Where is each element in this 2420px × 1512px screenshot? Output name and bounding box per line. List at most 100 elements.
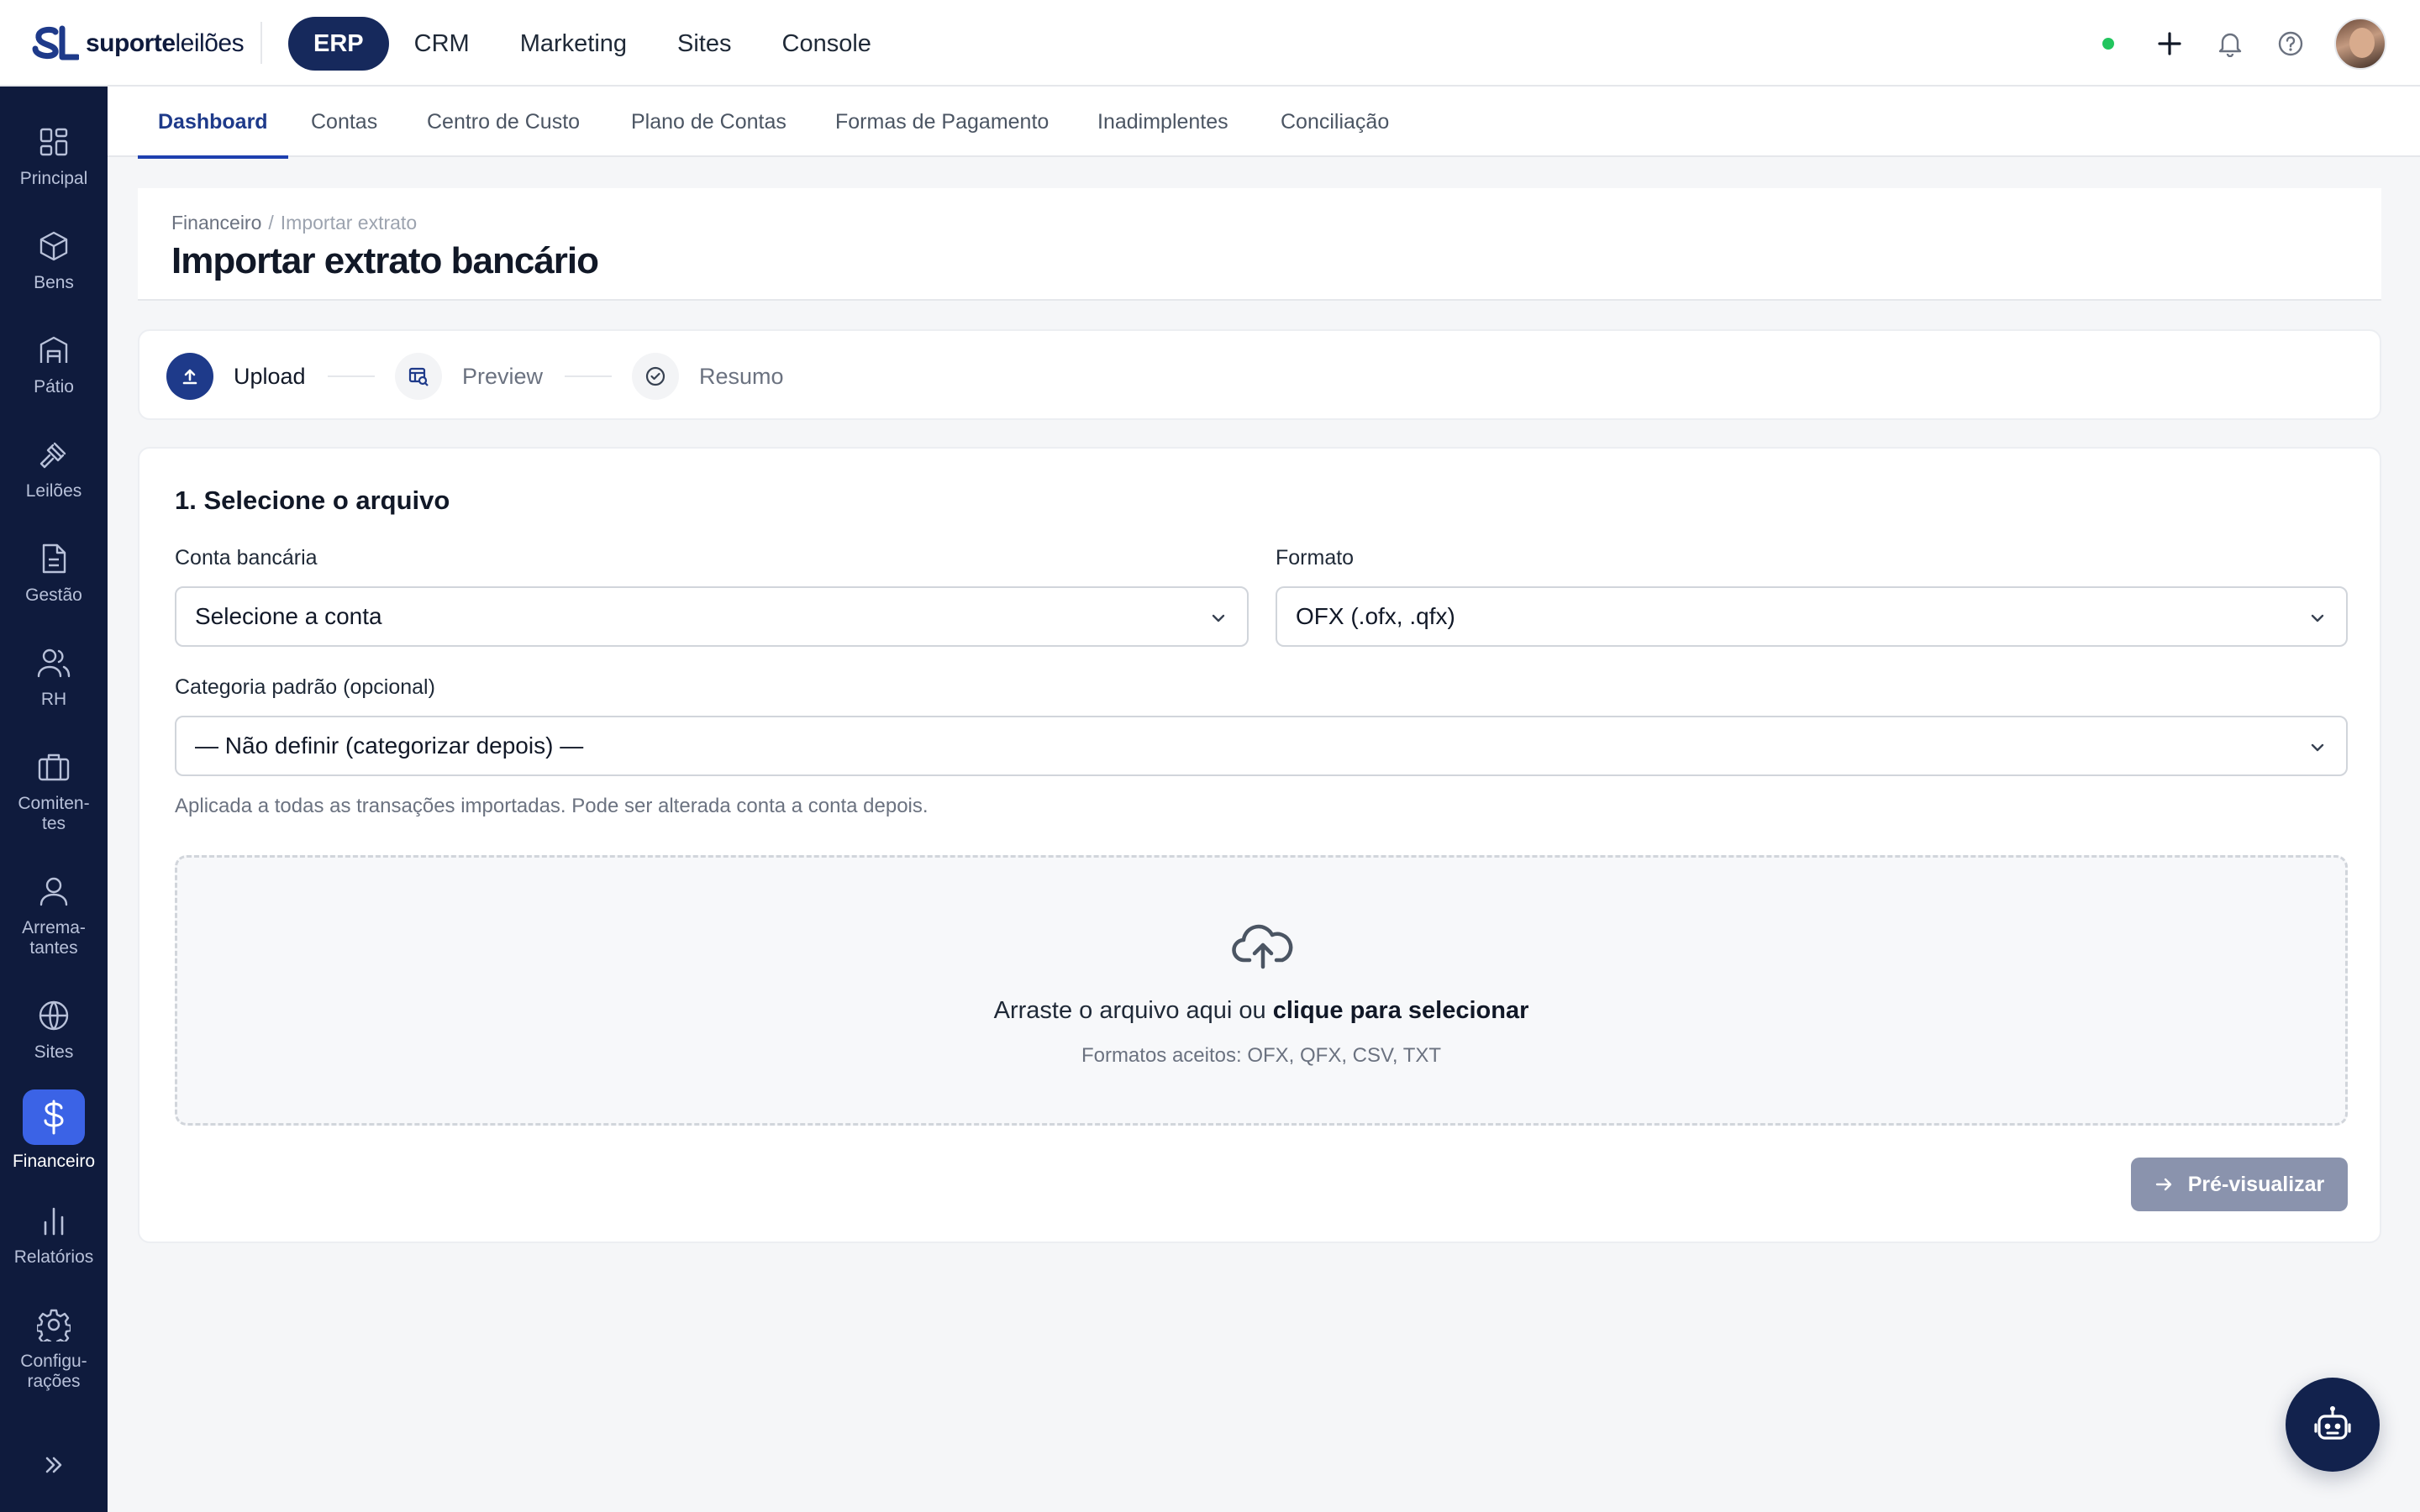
- dropzone-select-link[interactable]: clique para selecionar: [1273, 997, 1529, 1024]
- top-actions: [2102, 18, 2386, 70]
- step-upload[interactable]: Upload: [166, 353, 306, 400]
- module-crm[interactable]: CRM: [389, 17, 495, 71]
- tab-plano-de-contas[interactable]: Plano de Contas: [631, 87, 786, 157]
- table-preview-icon: [395, 353, 442, 400]
- preview-button-label: Pré-visualizar: [2187, 1172, 2325, 1196]
- plus-icon[interactable]: [2153, 27, 2186, 60]
- upload-icon: [166, 353, 213, 400]
- module-console[interactable]: Console: [757, 17, 897, 71]
- gavel-icon: [34, 434, 74, 475]
- step-label: Upload: [234, 363, 306, 389]
- tab-dashboard[interactable]: Dashboard: [138, 87, 288, 159]
- sidebar-item-gestao[interactable]: Gestão: [0, 538, 108, 606]
- format-select-value: OFX (.ofx, .qfx): [1296, 603, 1455, 629]
- sub-nav: Dashboard Contas Centro de Custo Plano d…: [108, 87, 2420, 159]
- sidebar-item-label: Gestão: [25, 585, 82, 605]
- sidebar-item-comitentes[interactable]: Comiten- tes: [0, 747, 108, 834]
- sidebar-item-label: Leilões: [25, 481, 82, 501]
- breadcrumb-parent[interactable]: Financeiro: [171, 212, 261, 234]
- warehouse-icon: [34, 330, 74, 370]
- category-hint: Aplicada a todas as transações importada…: [175, 795, 929, 817]
- tab-formas-de-pagamento[interactable]: Formas de Pagamento: [835, 87, 1049, 157]
- bell-icon[interactable]: [2213, 27, 2247, 60]
- sidebar-item-label: Configu-: [20, 1352, 87, 1371]
- cloud-upload-icon: [1232, 924, 1293, 969]
- import-stepper: Upload Preview Resumo: [138, 329, 2381, 420]
- file-dropzone[interactable]: Arraste o arquivo aqui ou clique para se…: [175, 855, 2348, 1126]
- sidebar: Principal Bens Pátio Leilões Gestão RH C…: [0, 87, 108, 1512]
- dropzone-text: Arraste o arquivo aqui ou clique para se…: [993, 997, 1529, 1024]
- module-marketing[interactable]: Marketing: [495, 17, 652, 71]
- sidebar-item-configuracoes[interactable]: Configu- rações: [0, 1305, 108, 1392]
- tab-contas[interactable]: Contas: [311, 87, 377, 157]
- breadcrumb-current: Importar extrato: [280, 212, 418, 234]
- page-title: Importar extrato bancário: [171, 240, 599, 281]
- step-connector: [565, 375, 612, 377]
- step-connector: [328, 375, 375, 377]
- gear-icon: [34, 1305, 74, 1345]
- sidebar-item-label: Principal: [19, 169, 88, 188]
- brand-logo[interactable]: suporteleilões: [32, 24, 245, 64]
- breadcrumb-separator: /: [268, 212, 274, 234]
- format-select[interactable]: OFX (.ofx, .qfx): [1276, 586, 2348, 647]
- robot-icon: [2314, 1406, 2351, 1440]
- document-icon: [34, 538, 74, 579]
- step-preview[interactable]: Preview: [395, 353, 543, 400]
- sidebar-item-label: RH: [40, 690, 67, 709]
- check-circle-icon: [632, 353, 679, 400]
- account-label: Conta bancária: [175, 546, 318, 570]
- sidebar-item-sites[interactable]: Sites: [0, 995, 108, 1063]
- sidebar-item-label: tes: [41, 814, 66, 833]
- tab-centro-de-custo[interactable]: Centro de Custo: [427, 87, 580, 157]
- tab-conciliacao[interactable]: Conciliação: [1281, 87, 1389, 157]
- step-label: Preview: [462, 363, 544, 389]
- user-icon: [34, 871, 74, 911]
- bar-chart-icon: [34, 1200, 74, 1241]
- section-title: 1. Selecione o arquivo: [175, 486, 450, 515]
- upload-card: 1. Selecione o arquivo Conta bancária Se…: [138, 447, 2381, 1243]
- format-label: Formato: [1276, 546, 1355, 570]
- sidebar-item-label: Relatórios: [13, 1247, 94, 1267]
- sidebar-item-label: rações: [27, 1372, 81, 1391]
- grid-icon: [34, 122, 74, 162]
- sidebar-item-label: tantes: [29, 938, 78, 958]
- users-icon: [34, 643, 74, 683]
- assistant-bot-button[interactable]: [2286, 1378, 2380, 1472]
- brand-name: suporteleilões: [86, 29, 245, 57]
- sidebar-item-financeiro[interactable]: Financeiro: [0, 1089, 108, 1172]
- module-erp[interactable]: ERP: [288, 17, 389, 71]
- sidebar-item-patio[interactable]: Pátio: [0, 330, 108, 397]
- account-select-value: Selecione a conta: [195, 603, 382, 629]
- help-icon[interactable]: [2274, 27, 2307, 60]
- sidebar-item-arrematantes[interactable]: Arrema- tantes: [0, 871, 108, 958]
- logo-mark: [32, 25, 79, 60]
- dollar-icon: [23, 1089, 85, 1145]
- chevrons-right-icon[interactable]: [37, 1448, 71, 1482]
- sidebar-item-label: Financeiro: [12, 1152, 96, 1171]
- top-bar: suporteleilões ERP CRM Marketing Sites C…: [0, 0, 2420, 87]
- user-avatar[interactable]: [2334, 18, 2386, 70]
- category-select[interactable]: — Não definir (categorizar depois) —: [175, 716, 2348, 776]
- sidebar-item-relatorios[interactable]: Relatórios: [0, 1200, 108, 1268]
- page-header: Financeiro / Importar extrato Importar ext…: [138, 188, 2381, 301]
- arrow-right-icon: [2154, 1173, 2176, 1195]
- status-online-dot: [2102, 38, 2114, 50]
- briefcase-icon: [34, 747, 74, 787]
- account-select[interactable]: Selecione a conta: [175, 586, 1249, 647]
- sidebar-item-principal[interactable]: Principal: [0, 122, 108, 189]
- module-sites[interactable]: Sites: [652, 17, 756, 71]
- box-icon: [34, 226, 74, 266]
- sidebar-item-label: Sites: [34, 1042, 74, 1062]
- step-resumo[interactable]: Resumo: [632, 353, 784, 400]
- sidebar-item-label: Bens: [34, 273, 74, 292]
- tab-inadimplentes[interactable]: Inadimplentes: [1097, 87, 1228, 157]
- sidebar-item-rh[interactable]: RH: [0, 643, 108, 710]
- module-nav: ERP CRM Marketing Sites Console: [288, 17, 897, 71]
- sidebar-item-bens[interactable]: Bens: [0, 226, 108, 293]
- sidebar-item-label: Comiten-: [18, 794, 90, 813]
- chevron-down-icon: [2311, 614, 2324, 622]
- sidebar-item-label: Pátio: [34, 377, 74, 396]
- preview-button[interactable]: Pré-visualizar: [2131, 1158, 2348, 1211]
- chevron-down-icon: [1212, 614, 1225, 622]
- sidebar-item-leiloes[interactable]: Leilões: [0, 434, 108, 501]
